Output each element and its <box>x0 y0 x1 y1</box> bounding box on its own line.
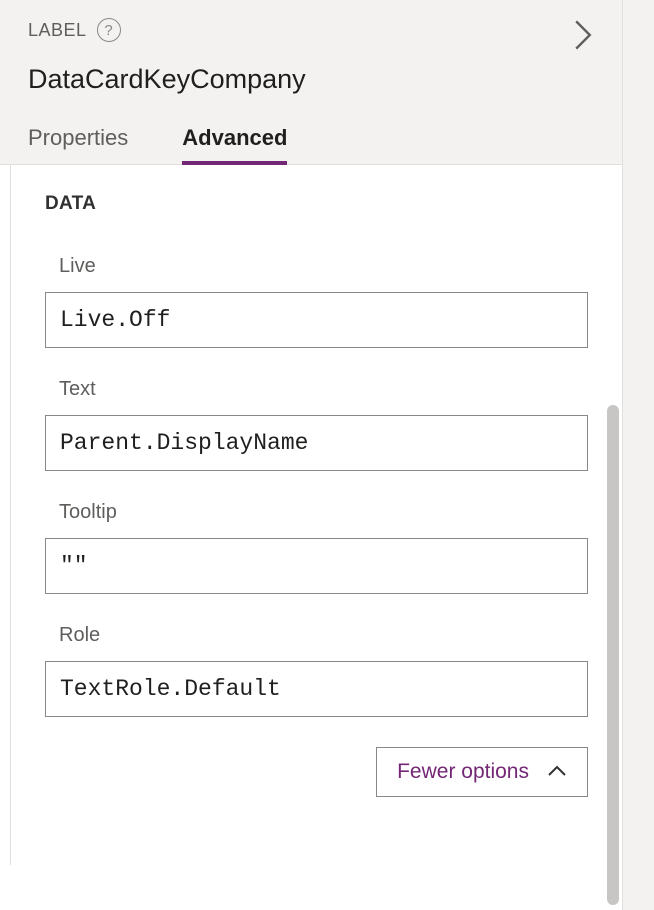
field-input-role[interactable] <box>45 661 588 717</box>
field-tooltip: Tooltip <box>45 501 588 594</box>
collapse-panel-button[interactable] <box>572 18 594 57</box>
control-type-label: LABEL <box>28 20 87 41</box>
field-label-live: Live <box>59 255 588 278</box>
properties-content: DATA Live Text Tooltip Role Fewer option… <box>10 165 622 865</box>
fewer-options-button[interactable]: Fewer options <box>376 747 588 797</box>
chevron-up-icon <box>547 760 567 784</box>
tab-properties[interactable]: Properties <box>28 125 128 164</box>
control-name: DataCardKeyCompany <box>28 64 594 95</box>
field-live: Live <box>45 255 588 348</box>
scrollbar-thumb[interactable] <box>607 405 619 905</box>
properties-panel: LABEL ? DataCardKeyCompany Properties Ad… <box>0 0 623 910</box>
fewer-options-label: Fewer options <box>397 760 529 784</box>
field-role: Role <box>45 624 588 717</box>
panel-header: LABEL ? DataCardKeyCompany Properties Ad… <box>0 0 622 165</box>
tab-advanced[interactable]: Advanced <box>182 125 287 165</box>
field-text: Text <box>45 378 588 471</box>
field-input-text[interactable] <box>45 415 588 471</box>
help-icon[interactable]: ? <box>97 18 121 42</box>
field-input-tooltip[interactable] <box>45 538 588 594</box>
section-title-data: DATA <box>45 193 588 215</box>
tabs: Properties Advanced <box>28 125 594 164</box>
field-label-tooltip: Tooltip <box>59 501 588 524</box>
field-label-text: Text <box>59 378 588 401</box>
field-label-role: Role <box>59 624 588 647</box>
panel-gutter <box>623 0 654 910</box>
field-input-live[interactable] <box>45 292 588 348</box>
